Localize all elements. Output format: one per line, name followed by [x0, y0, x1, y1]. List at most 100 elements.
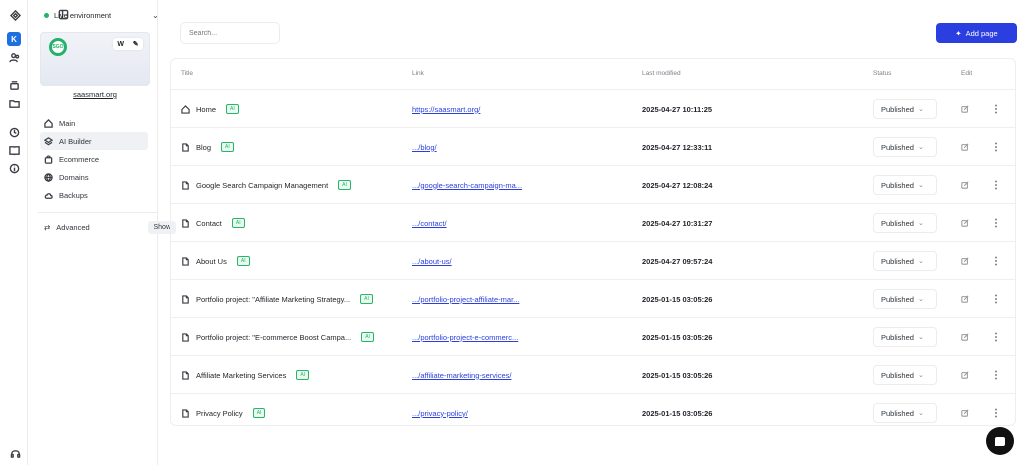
- more-options-icon[interactable]: ⋮: [991, 204, 1001, 242]
- table-row[interactable]: Blog AI .../blog/ 2025-04-27 12:33:11 Pu…: [171, 127, 1015, 165]
- row-link[interactable]: https://saasmart.org/: [412, 90, 480, 128]
- sidebar: SGO W ✎ saasmart.org Main AI Builder Eco…: [28, 0, 176, 465]
- edit-icon[interactable]: [961, 394, 969, 432]
- search-input[interactable]: [180, 22, 280, 44]
- table-row[interactable]: Google Search Campaign Management AI ...…: [171, 165, 1015, 203]
- row-link[interactable]: .../contact/: [412, 204, 447, 242]
- sidebar-item-ecommerce[interactable]: Ecommerce: [40, 150, 148, 168]
- row-link[interactable]: .../affiliate-marketing-services/: [412, 356, 511, 394]
- row-title[interactable]: About Us: [196, 257, 227, 266]
- row-title[interactable]: Privacy Policy: [196, 409, 243, 418]
- status-label: Published: [881, 408, 914, 418]
- chat-launcher-button[interactable]: [986, 427, 1014, 455]
- edit-icon[interactable]: [961, 128, 969, 166]
- edit-icon[interactable]: [961, 90, 969, 128]
- sidebar-item-domains[interactable]: Domains: [40, 168, 148, 186]
- users-icon[interactable]: [6, 49, 22, 65]
- row-title[interactable]: Affiliate Marketing Services: [196, 371, 286, 380]
- status-dropdown[interactable]: Published ⌄: [873, 213, 937, 233]
- edit-icon[interactable]: [961, 204, 969, 242]
- row-title-cell: Google Search Campaign Management AI: [181, 166, 351, 204]
- row-title[interactable]: Google Search Campaign Management: [196, 181, 328, 190]
- more-options-icon[interactable]: ⋮: [991, 242, 1001, 280]
- ai-badge: AI: [296, 370, 310, 380]
- status-dropdown[interactable]: Published ⌄: [873, 137, 937, 157]
- ai-badge: AI: [221, 142, 234, 152]
- workspace-avatar[interactable]: K: [7, 32, 21, 46]
- chevron-down-icon: ⌄: [917, 296, 924, 303]
- status-dropdown[interactable]: Published ⌄: [873, 327, 937, 347]
- more-options-icon[interactable]: ⋮: [991, 128, 1001, 166]
- app-logo-icon[interactable]: [7, 7, 23, 23]
- headset-icon[interactable]: [7, 445, 23, 461]
- edit-pencil-icon[interactable]: ✎: [133, 40, 139, 48]
- ai-badge: AI: [361, 332, 374, 342]
- more-options-icon[interactable]: ⋮: [991, 90, 1001, 128]
- chevron-down-icon: ⌄: [917, 106, 924, 113]
- column-link[interactable]: Link: [412, 70, 424, 77]
- site-thumbnail[interactable]: SGO W ✎: [40, 32, 150, 86]
- row-title[interactable]: Home: [196, 105, 216, 114]
- sidebar-item-ai-builder[interactable]: AI Builder: [40, 132, 148, 150]
- status-dropdown[interactable]: Published ⌄: [873, 251, 937, 271]
- status-dropdown[interactable]: Published ⌄: [873, 365, 937, 385]
- site-name-link[interactable]: saasmart.org: [40, 90, 150, 99]
- chevron-down-icon: ⌄: [917, 334, 924, 341]
- table-row[interactable]: Portfolio project: "Affiliate Marketing …: [171, 279, 1015, 317]
- thumbnail-tools: W ✎: [113, 38, 143, 50]
- status-dropdown[interactable]: Published ⌄: [873, 99, 937, 119]
- status-dropdown[interactable]: Published ⌄: [873, 175, 937, 195]
- stack-icon[interactable]: [6, 77, 22, 93]
- status-dropdown[interactable]: Published ⌄: [873, 403, 937, 423]
- status-dropdown[interactable]: Published ⌄: [873, 289, 937, 309]
- more-options-icon[interactable]: ⋮: [991, 280, 1001, 318]
- environment-label: Live environment: [54, 10, 112, 20]
- row-link[interactable]: .../blog/: [412, 128, 437, 166]
- sidebar-item-label: Domains: [59, 172, 89, 182]
- column-last-modified[interactable]: Last modified: [642, 70, 681, 77]
- row-link[interactable]: .../about-us/: [412, 242, 452, 280]
- info-icon[interactable]: [6, 160, 22, 176]
- row-link[interactable]: .../portfolio-project-e-commerc...: [412, 318, 518, 356]
- sidebar-item-main[interactable]: Main: [40, 114, 148, 132]
- table-row[interactable]: Portfolio project: "E-commerce Boost Cam…: [171, 317, 1015, 355]
- row-title[interactable]: Portfolio project: "Affiliate Marketing …: [196, 295, 350, 304]
- edit-icon[interactable]: [961, 280, 969, 318]
- column-status[interactable]: Status: [873, 70, 891, 77]
- row-link[interactable]: .../portfolio-project-affiliate-mar...: [412, 280, 519, 318]
- site-logo: SGO: [49, 38, 67, 56]
- edit-icon[interactable]: [961, 242, 969, 280]
- bag-icon: [44, 154, 53, 164]
- row-title[interactable]: Contact: [196, 219, 222, 228]
- table-row[interactable]: Affiliate Marketing Services AI .../affi…: [171, 355, 1015, 393]
- folder-icon[interactable]: [6, 95, 22, 111]
- row-link[interactable]: .../privacy-policy/: [412, 394, 468, 432]
- row-status-cell: Published ⌄: [873, 128, 937, 166]
- table-row[interactable]: About Us AI .../about-us/ 2025-04-27 09:…: [171, 241, 1015, 279]
- column-title[interactable]: Title: [181, 70, 193, 77]
- row-title[interactable]: Portfolio project: "E-commerce Boost Cam…: [196, 333, 351, 342]
- add-page-button[interactable]: ✦ Add page: [936, 23, 1017, 43]
- more-options-icon[interactable]: ⋮: [991, 318, 1001, 356]
- table-row[interactable]: Privacy Policy AI .../privacy-policy/ 20…: [171, 393, 1015, 431]
- more-options-icon[interactable]: ⋮: [991, 356, 1001, 394]
- edit-icon[interactable]: [961, 356, 969, 394]
- row-link[interactable]: .../google-search-campaign-ma...: [412, 166, 522, 204]
- environment-status-dot: [44, 12, 49, 18]
- row-title[interactable]: Blog: [196, 143, 211, 152]
- edit-icon[interactable]: [961, 318, 969, 356]
- table-row[interactable]: Contact AI .../contact/ 2025-04-27 10:31…: [171, 203, 1015, 241]
- book-icon[interactable]: [6, 142, 22, 158]
- page-icon: [181, 180, 190, 190]
- row-status-cell: Published ⌄: [873, 242, 937, 280]
- wordpress-button[interactable]: W: [117, 41, 124, 48]
- home-icon: [181, 104, 190, 114]
- sidebar-item-backups[interactable]: Backups: [40, 186, 148, 204]
- environment-selector[interactable]: Live environment ⌄: [44, 8, 159, 22]
- edit-icon[interactable]: [961, 166, 969, 204]
- ai-badge: AI: [236, 256, 250, 266]
- table-row[interactable]: Home AI https://saasmart.org/ 2025-04-27…: [171, 89, 1015, 127]
- globe-icon: [44, 172, 53, 182]
- history-icon[interactable]: [6, 124, 22, 140]
- more-options-icon[interactable]: ⋮: [991, 166, 1001, 204]
